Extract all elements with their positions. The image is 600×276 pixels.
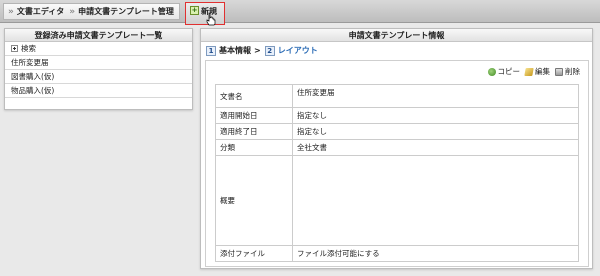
table-row: 文書名 住所変更届 — [215, 84, 579, 108]
field-value: 全社文書 — [292, 139, 579, 156]
field-value: 住所変更届 — [292, 84, 579, 108]
action-bar: コピー 編集 削除 — [483, 66, 580, 77]
top-toolbar: » 文書エディタ » 申請文書テンプレート管理 + 新規 — [0, 0, 600, 26]
edit-label: 編集 — [535, 67, 550, 76]
table-row: 分類 全社文書 — [215, 139, 579, 156]
copy-label: コピー — [497, 67, 521, 76]
breadcrumb-item-template-mgmt[interactable]: 申請文書テンプレート管理 — [78, 6, 174, 17]
step-number: 1 — [206, 45, 216, 56]
pencil-icon — [524, 67, 534, 76]
field-value: 指定なし — [292, 123, 579, 140]
list-item[interactable]: 物品購入(仮) — [5, 84, 192, 98]
edit-button[interactable]: 編集 — [524, 66, 550, 77]
field-key: 適用終了日 — [215, 123, 293, 140]
double-chevron-icon: » — [8, 6, 14, 17]
template-info-title: 申請文書テンプレート情報 — [201, 29, 592, 42]
field-key: 文書名 — [215, 84, 293, 108]
tab-basic-info[interactable]: 基本情報 — [219, 45, 251, 56]
search-label: 検索 — [21, 43, 36, 53]
field-value: ファイル添付可能にする — [292, 245, 579, 262]
expand-plus-icon — [11, 45, 18, 52]
copy-button[interactable]: コピー — [487, 66, 521, 77]
template-detail-box: コピー 編集 削除 文書名 住所変更届 適用開始日 指定なし 適用終了日 指定な… — [205, 60, 589, 267]
table-row: 添付ファイル ファイル添付可能にする — [215, 245, 579, 262]
field-value: 指定なし — [292, 107, 579, 124]
field-key: 適用開始日 — [215, 107, 293, 124]
field-key: 添付ファイル — [215, 245, 293, 262]
breadcrumb-item-editor[interactable]: 文書エディタ — [17, 6, 64, 17]
table-row: 適用開始日 指定なし — [215, 107, 579, 124]
field-key: 概要 — [215, 155, 293, 246]
list-item[interactable]: 図書購入(仮) — [5, 70, 192, 84]
table-row: 概要 — [215, 155, 579, 246]
step-number: 2 — [264, 45, 275, 56]
step-arrow-icon: > — [254, 46, 261, 55]
template-list-title: 登録済み申請文書テンプレート一覧 — [5, 29, 192, 42]
field-key: 分類 — [215, 139, 293, 156]
step-tabs: 1 基本情報 > 2 レイアウト — [206, 45, 321, 56]
trash-icon — [555, 67, 563, 76]
double-chevron-icon: » — [69, 6, 76, 17]
new-button[interactable]: + 新規 — [185, 2, 225, 25]
template-detail-table: 文書名 住所変更届 適用開始日 指定なし 適用終了日 指定なし 分類 全社文書 … — [215, 84, 579, 262]
new-document-icon: + — [190, 6, 199, 15]
tab-layout[interactable]: レイアウト — [278, 45, 318, 56]
copy-icon — [487, 67, 496, 76]
field-value — [292, 155, 579, 246]
breadcrumb: » 文書エディタ » 申請文書テンプレート管理 — [3, 3, 180, 20]
template-list-panel: 登録済み申請文書テンプレート一覧 検索 住所変更届 図書購入(仮) 物品購入(仮… — [4, 28, 193, 110]
table-row: 適用終了日 指定なし — [215, 123, 579, 140]
search-toggle[interactable]: 検索 — [5, 42, 192, 56]
delete-button[interactable]: 削除 — [555, 66, 580, 77]
delete-label: 削除 — [565, 67, 580, 76]
hand-cursor-icon — [206, 12, 216, 26]
template-info-panel: 申請文書テンプレート情報 1 基本情報 > 2 レイアウト コピー 編集 削除 … — [200, 28, 593, 269]
list-item[interactable]: 住所変更届 — [5, 56, 192, 70]
